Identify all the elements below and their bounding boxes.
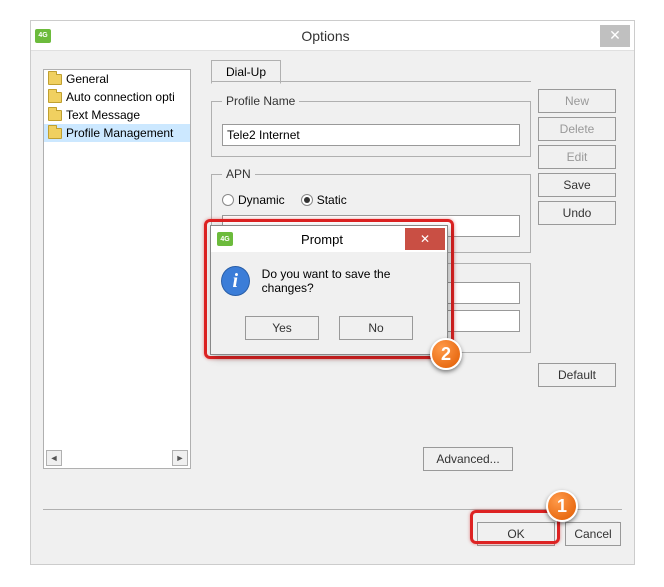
prompt-titlebar: 4G Prompt ✕ — [211, 226, 447, 252]
tabs: Dial-Up — [211, 59, 281, 83]
default-button[interactable]: Default — [538, 363, 616, 387]
new-button[interactable]: New — [538, 89, 616, 113]
yes-button[interactable]: Yes — [245, 316, 319, 340]
radio-label: Static — [317, 193, 347, 207]
tree-label: Auto connection opti — [66, 90, 175, 104]
prompt-message: Do you want to save the changes? — [262, 267, 437, 295]
prompt-dialog: 4G Prompt ✕ i Do you want to save the ch… — [210, 225, 448, 355]
folder-icon — [48, 128, 62, 139]
undo-button[interactable]: Undo — [538, 201, 616, 225]
tree-label: Profile Management — [66, 126, 173, 140]
scroll-left-icon[interactable]: ◄ — [46, 450, 62, 466]
advanced-button[interactable]: Advanced... — [423, 447, 513, 471]
step-marker-1: 1 — [546, 490, 578, 522]
scroll-right-icon[interactable]: ► — [172, 450, 188, 466]
options-tree[interactable]: General Auto connection opti Text Messag… — [43, 69, 191, 469]
cancel-button[interactable]: Cancel — [565, 522, 621, 546]
edit-button[interactable]: Edit — [538, 145, 616, 169]
tree-item-general[interactable]: General — [44, 70, 190, 88]
radio-icon — [222, 194, 234, 206]
ok-button[interactable]: OK — [477, 522, 555, 546]
folder-icon — [48, 110, 62, 121]
window-title: Options — [51, 28, 600, 44]
delete-button[interactable]: Delete — [538, 117, 616, 141]
tree-label: General — [66, 72, 109, 86]
step-marker-2: 2 — [430, 338, 462, 370]
tree-scrollbar[interactable]: ◄ ► — [46, 450, 188, 466]
folder-icon — [48, 74, 62, 85]
profile-name-input[interactable]: Tele2 Internet — [222, 124, 520, 146]
close-icon[interactable]: ✕ — [600, 25, 630, 47]
profile-name-value: Tele2 Internet — [227, 128, 300, 142]
apn-static-radio[interactable]: Static — [301, 193, 347, 207]
apn-legend: APN — [222, 167, 255, 181]
folder-icon — [48, 92, 62, 103]
divider — [43, 509, 622, 510]
info-icon: i — [221, 266, 250, 296]
radio-label: Dynamic — [238, 193, 285, 207]
app-icon: 4G — [35, 29, 51, 43]
tree-item-text-message[interactable]: Text Message — [44, 106, 190, 124]
no-button[interactable]: No — [339, 316, 413, 340]
tree-item-auto-connection[interactable]: Auto connection opti — [44, 88, 190, 106]
tree-item-profile-management[interactable]: Profile Management — [44, 124, 190, 142]
save-button[interactable]: Save — [538, 173, 616, 197]
app-icon: 4G — [217, 232, 233, 246]
titlebar: 4G Options ✕ — [31, 21, 634, 51]
close-icon[interactable]: ✕ — [405, 228, 445, 250]
side-buttons: New Delete Edit Save Undo — [538, 89, 616, 225]
apn-dynamic-radio[interactable]: Dynamic — [222, 193, 285, 207]
tree-label: Text Message — [66, 108, 140, 122]
profile-name-legend: Profile Name — [222, 94, 299, 108]
radio-icon — [301, 194, 313, 206]
prompt-title: Prompt — [239, 232, 405, 247]
profile-name-group: Profile Name Tele2 Internet — [211, 94, 531, 157]
